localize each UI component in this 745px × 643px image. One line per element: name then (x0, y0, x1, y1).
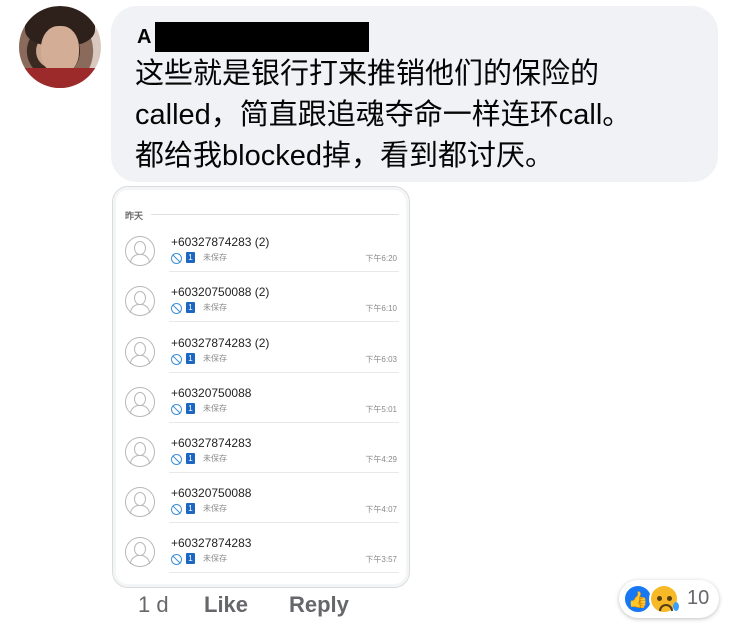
call-row: +60327874283 (2) 1 未保存 下午6:03 (113, 334, 409, 384)
call-time: 下午4:29 (365, 455, 397, 464)
comment-bubble: A 这些就是银行打来推销他们的保险的 called，简直跟追魂夺命一样连环cal… (111, 6, 718, 182)
call-row: +60327874283 1 未保存 下午3:57 (113, 534, 409, 584)
row-divider (169, 422, 399, 423)
blocked-icon (171, 454, 182, 465)
attached-call-log-image[interactable]: 昨天 +60327874283 (2) 1 未保存 下午6:20 +603207… (112, 186, 410, 588)
row-divider (169, 572, 399, 573)
contact-placeholder-icon (125, 487, 155, 517)
avatar-face (41, 26, 79, 74)
comment-text: 这些就是银行打来推销他们的保险的 called，简直跟追魂夺命一样连环call。… (135, 58, 632, 172)
row-divider (169, 271, 399, 272)
date-header-divider (151, 214, 399, 215)
sim-icon: 1 (186, 353, 195, 364)
call-status: 未保存 (203, 404, 227, 413)
call-number: +60320750088 (171, 386, 252, 400)
call-number: +60327874283 (171, 436, 252, 450)
call-number: +60320750088 (171, 486, 252, 500)
contact-placeholder-icon (125, 337, 155, 367)
tear-icon (673, 602, 679, 611)
call-status: 未保存 (203, 504, 227, 513)
call-number: +60327874283 (2) (171, 235, 270, 249)
sim-icon: 1 (186, 553, 195, 564)
call-number: +60327874283 (171, 536, 252, 550)
blocked-icon (171, 253, 182, 264)
call-status: 未保存 (203, 253, 227, 262)
call-time: 下午5:01 (365, 405, 397, 414)
call-row: +60320750088 1 未保存 下午4:07 (113, 484, 409, 534)
row-divider (169, 472, 399, 473)
call-row: +60320750088 (2) 1 未保存 下午6:10 (113, 283, 409, 333)
row-divider (169, 372, 399, 373)
sim-icon: 1 (186, 302, 195, 313)
reaction-summary[interactable]: 👍 10 (619, 580, 719, 618)
call-row: +60320750088 1 未保存 下午5:01 (113, 384, 409, 434)
sim-icon: 1 (186, 453, 195, 464)
contact-placeholder-icon (125, 236, 155, 266)
comment-author[interactable]: A (137, 26, 151, 49)
call-status: 未保存 (203, 554, 227, 563)
avatar-shirt (19, 68, 101, 88)
call-time: 下午3:57 (365, 555, 397, 564)
call-number: +60320750088 (2) (171, 285, 270, 299)
row-divider (169, 522, 399, 523)
blocked-icon (171, 303, 182, 314)
call-time: 下午4:07 (365, 505, 397, 514)
blocked-icon (171, 504, 182, 515)
contact-placeholder-icon (125, 286, 155, 316)
call-row: +60327874283 1 未保存 下午4:29 (113, 434, 409, 484)
redaction-bar (155, 22, 369, 52)
like-button[interactable]: Like (204, 592, 248, 618)
sim-icon: 1 (186, 403, 195, 414)
sim-icon: 1 (186, 503, 195, 514)
call-time: 下午6:10 (365, 304, 397, 313)
reaction-count: 10 (687, 587, 710, 609)
sim-icon: 1 (186, 252, 195, 263)
call-time: 下午6:03 (365, 355, 397, 364)
row-divider (169, 321, 399, 322)
blocked-icon (171, 354, 182, 365)
call-time: 下午6:20 (365, 254, 397, 263)
blocked-icon (171, 404, 182, 415)
comment-timestamp[interactable]: 1 d (138, 592, 169, 618)
contact-placeholder-icon (125, 537, 155, 567)
call-number: +60327874283 (2) (171, 336, 270, 350)
call-log-date-header: 昨天 (125, 211, 144, 221)
reply-button[interactable]: Reply (289, 592, 349, 618)
call-status: 未保存 (203, 454, 227, 463)
call-status: 未保存 (203, 354, 227, 363)
commenter-avatar[interactable] (19, 6, 101, 88)
blocked-icon (171, 554, 182, 565)
contact-placeholder-icon (125, 437, 155, 467)
call-status: 未保存 (203, 303, 227, 312)
call-row: +60327874283 (2) 1 未保存 下午6:20 (113, 233, 409, 283)
contact-placeholder-icon (125, 387, 155, 417)
